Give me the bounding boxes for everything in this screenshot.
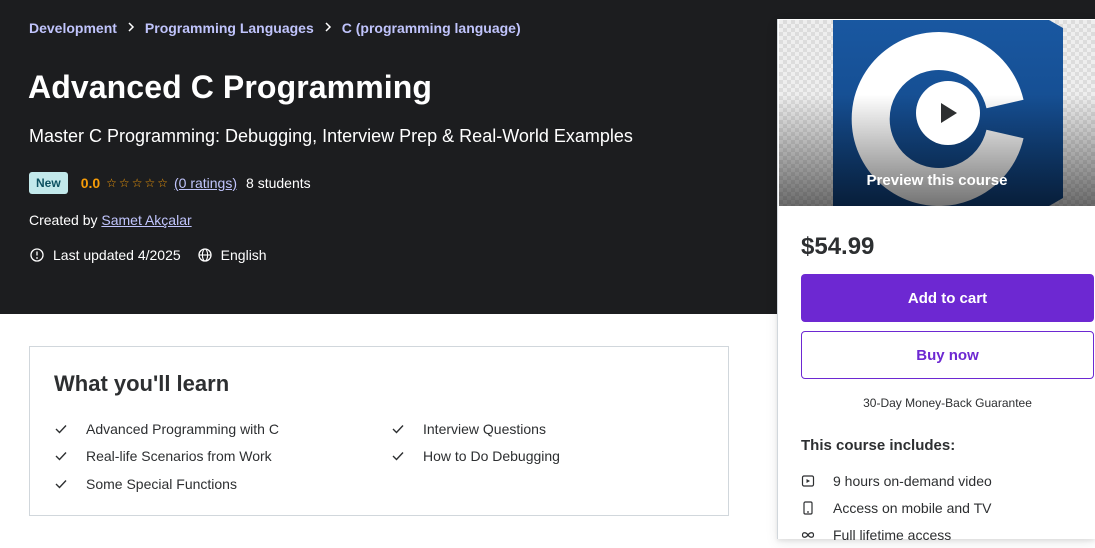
check-icon (54, 422, 86, 436)
check-icon (54, 477, 86, 491)
ratings-link[interactable]: (0 ratings) (174, 175, 237, 191)
include-label: Access on mobile and TV (833, 499, 992, 516)
alert-clock-icon (29, 247, 45, 263)
check-icon (391, 449, 423, 463)
what-you-learn-box: What you'll learn Advanced Programming w… (29, 346, 729, 516)
created-by: Created by Samet Akçalar (29, 212, 192, 228)
chevron-right-icon (117, 21, 145, 35)
list-item: 9 hours on-demand video (801, 467, 992, 494)
list-item: Full lifetime access (801, 521, 992, 548)
created-by-label: Created by (29, 212, 98, 228)
course-title: Advanced C Programming (28, 69, 433, 105)
add-to-cart-button[interactable]: Add to cart (801, 274, 1094, 322)
new-badge: New (29, 172, 68, 194)
instructor-link[interactable]: Samet Akçalar (101, 212, 191, 228)
star-outline-icon: ☆ (157, 176, 170, 190)
learn-item-label: Real-life Scenarios from Work (86, 448, 272, 464)
play-button[interactable] (916, 81, 980, 145)
course-preview-video[interactable]: Preview this course (779, 20, 1095, 206)
list-item: Access on mobile and TV (801, 494, 992, 521)
globe-icon (197, 247, 213, 263)
course-subtitle: Master C Programming: Debugging, Intervi… (29, 126, 633, 146)
what-you-learn-title: What you'll learn (54, 371, 230, 396)
include-label: 9 hours on-demand video (833, 472, 992, 489)
star-outline-icon: ☆ (106, 176, 119, 190)
learn-item: Real-life Scenarios from Work (54, 448, 272, 464)
breadcrumb: Development Programming Languages C (pro… (29, 20, 521, 36)
learn-item-label: Some Special Functions (86, 476, 237, 492)
course-language: English (220, 247, 267, 263)
last-updated: Last updated 4/2025 (53, 247, 181, 263)
include-label: Full lifetime access (833, 526, 952, 543)
preview-label: Preview this course (866, 172, 1008, 189)
buy-now-button[interactable]: Buy now (801, 331, 1094, 379)
learn-item: How to Do Debugging (391, 448, 560, 464)
breadcrumb-c-language[interactable]: C (programming language) (342, 20, 521, 36)
learn-item: Interview Questions (391, 421, 546, 437)
star-outline-icon: ☆ (131, 176, 145, 190)
star-outline-icon: ☆ (118, 176, 132, 190)
chevron-right-icon (314, 21, 342, 35)
course-meta: Last updated 4/2025 English (29, 247, 267, 263)
money-back-guarantee: 30-Day Money-Back Guarantee (863, 396, 1032, 410)
rating-value: 0.0 (80, 175, 101, 191)
includes-title: This course includes: (801, 437, 956, 454)
video-icon (801, 474, 833, 488)
check-icon (391, 422, 423, 436)
play-icon (941, 103, 957, 123)
breadcrumb-programming-languages[interactable]: Programming Languages (145, 20, 314, 36)
learn-item: Some Special Functions (54, 476, 237, 492)
breadcrumb-development[interactable]: Development (29, 20, 117, 36)
learn-item-label: Interview Questions (423, 421, 546, 437)
check-icon (54, 449, 86, 463)
mobile-icon (801, 500, 833, 515)
rating-row: New 0.0 ☆☆☆☆☆ (0 ratings) 8 students (29, 172, 311, 194)
student-count: 8 students (246, 175, 311, 191)
course-price: $54.99 (801, 233, 875, 260)
purchase-sidebar: Preview this course $54.99 Add to cart B… (777, 19, 1095, 543)
learn-item-label: How to Do Debugging (423, 448, 560, 464)
star-outline-icon: ☆ (144, 176, 158, 190)
includes-list: 9 hours on-demand video Access on mobile… (801, 467, 992, 548)
learn-item: Advanced Programming with C (54, 421, 279, 437)
rating-stars: ☆☆☆☆☆ (106, 176, 170, 190)
learn-item-label: Advanced Programming with C (86, 421, 279, 437)
